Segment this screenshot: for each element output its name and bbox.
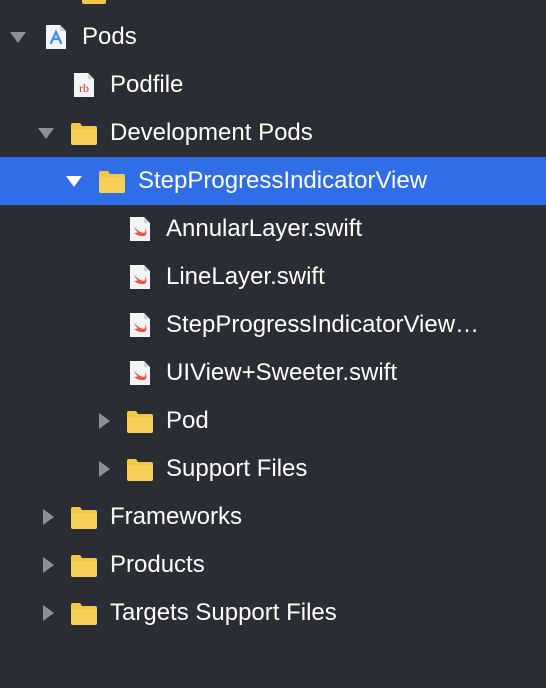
folder-icon <box>71 507 97 529</box>
disclosure-expanded-icon[interactable] <box>8 27 28 47</box>
tree-row-stepprogressindicatorview-swift[interactable]: StepProgressIndicatorView… <box>0 301 546 349</box>
ruby-file-icon-text: rb <box>79 81 89 95</box>
swift-file-icon <box>130 313 150 337</box>
disclosure-collapsed-icon[interactable] <box>94 459 114 479</box>
folder-icon <box>71 123 97 145</box>
folder-icon <box>82 0 106 4</box>
folder-icon <box>127 411 153 433</box>
tree-row-development-pods[interactable]: Development Pods <box>0 109 546 157</box>
tree-row-targets-support-files[interactable]: Targets Support Files <box>0 589 546 637</box>
disclosure-collapsed-icon[interactable] <box>38 507 58 527</box>
project-navigator: Pods rb Podfile Development Pods StepPro… <box>0 0 546 688</box>
tree-row-pods[interactable]: Pods <box>0 13 546 61</box>
tree-item-label: LineLayer.swift <box>166 263 325 290</box>
tree-item-label: StepProgressIndicatorView <box>138 167 428 194</box>
disclosure-expanded-icon[interactable] <box>36 123 56 143</box>
folder-icon <box>127 459 153 481</box>
tree-row-pod[interactable]: Pod <box>0 397 546 445</box>
xcode-project-icon <box>46 25 66 49</box>
tree-item-label: AnnularLayer.swift <box>166 215 363 242</box>
folder-icon <box>71 555 97 577</box>
disclosure-collapsed-icon[interactable] <box>94 411 114 431</box>
tree-row-products[interactable]: Products <box>0 541 546 589</box>
folder-icon <box>99 171 125 193</box>
folder-icon <box>71 603 97 625</box>
swift-file-icon <box>130 217 150 241</box>
tree-row-support-files[interactable]: Support Files <box>0 445 546 493</box>
tree-item-label: UIView+Sweeter.swift <box>166 359 397 386</box>
swift-file-icon <box>130 361 150 385</box>
tree-row-podfile[interactable]: rb Podfile <box>0 61 546 109</box>
tree-item-label: Products <box>110 551 205 578</box>
tree-row-frameworks[interactable]: Frameworks <box>0 493 546 541</box>
tree-item-label: StepProgressIndicatorView… <box>166 311 480 338</box>
tree-item-label: Development Pods <box>110 119 313 146</box>
swift-file-icon <box>130 265 150 289</box>
disclosure-collapsed-icon[interactable] <box>38 555 58 575</box>
tree-row-linelayer-swift[interactable]: LineLayer.swift <box>0 253 546 301</box>
tree-item-label: Podfile <box>110 71 184 98</box>
ruby-file-icon: rb <box>74 73 94 97</box>
tree-item-label: Support Files <box>166 455 308 482</box>
tree-item-label: Pod <box>166 407 209 434</box>
tree-item-label: Frameworks <box>110 503 243 530</box>
tree-row-annularlayer-swift[interactable]: AnnularLayer.swift <box>0 205 546 253</box>
tree-row-stepprogressindicatorview[interactable]: StepProgressIndicatorView <box>0 157 546 205</box>
disclosure-expanded-icon[interactable] <box>64 171 84 191</box>
tree-item-label: Targets Support Files <box>110 599 337 626</box>
tree-row-uiview-sweeter-swift[interactable]: UIView+Sweeter.swift <box>0 349 546 397</box>
tree-item-label: Pods <box>82 23 137 50</box>
disclosure-collapsed-icon[interactable] <box>38 603 58 623</box>
